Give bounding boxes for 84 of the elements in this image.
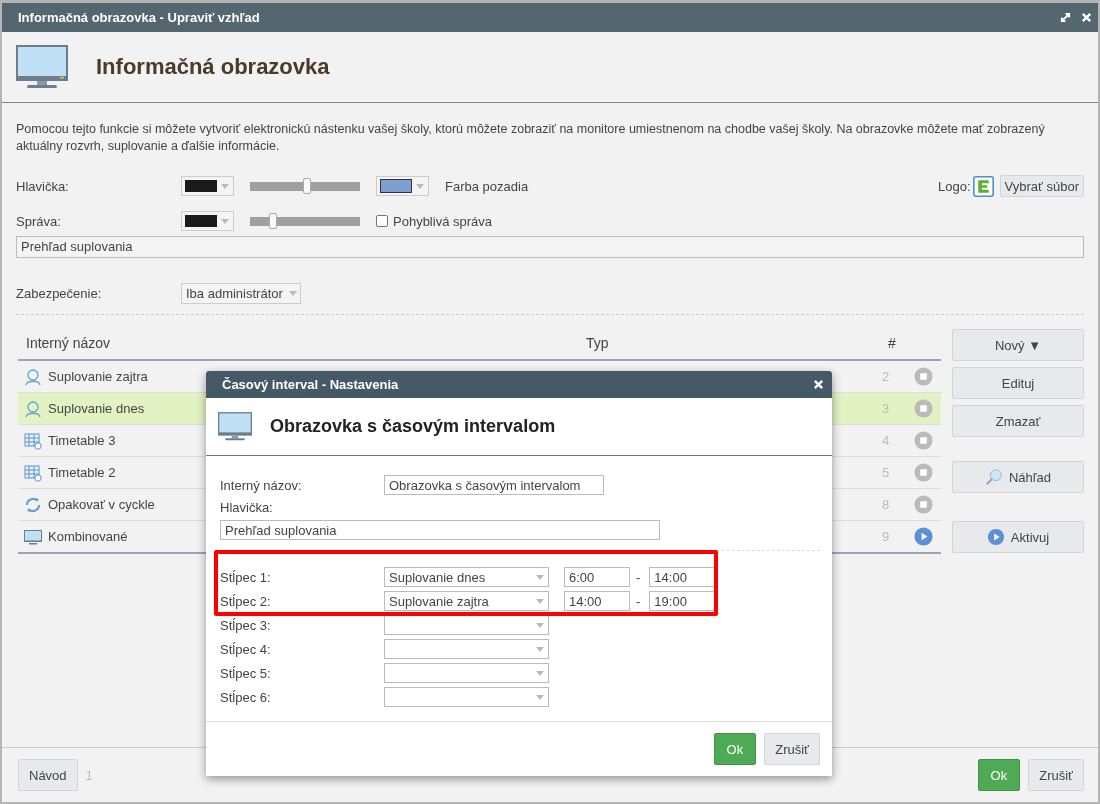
field-label: Správa: [16,213,62,229]
monitor-icon [16,45,68,89]
time-field[interactable]: 6:00 [564,567,630,587]
action-button[interactable]: Nový ▼ [952,329,1084,361]
expand-icon[interactable] [1060,12,1071,23]
page-title: Informačná obrazovka [96,54,330,80]
row-name: Kombinované [48,529,128,544]
magnifier-icon [984,468,1003,486]
person-icon [24,399,42,418]
stop-icon[interactable] [914,495,933,514]
color-picker[interactable] [376,176,429,196]
close-icon[interactable] [813,379,824,390]
range-separator: - [636,569,641,585]
slider-thumb[interactable] [269,212,278,229]
slider-track[interactable] [250,181,360,191]
row-name: Timetable 3 [48,433,116,448]
field-label: Stĺpec 6: [220,689,272,705]
field-label: Stĺpec 5: [220,665,272,681]
play-icon[interactable] [914,527,933,546]
color-picker[interactable] [181,211,234,231]
time-field[interactable]: 14:00 [649,567,716,587]
play-icon [986,528,1005,546]
name-field[interactable]: Obrazovka s časovým intervalom [384,475,604,495]
logo-icon [972,175,994,197]
description-text: Pomocou tejto funkcie si môžete vytvoriť elektronickú nástenku vašej školy, ktorú môžete zobraziť na monitore umiestnenom na chodbe vašej školy. Na obrazovke môžete mať zobrazený aktuálny rozvrh, suplovanie a ďalšie informácie. [16,121,1046,155]
close-icon[interactable] [1081,12,1092,23]
person-icon [24,367,42,386]
refresh-icon [24,495,42,514]
cancel-button[interactable]: Zrušiť [1028,759,1084,791]
row-name: Suplovanie zajtra [48,369,148,384]
field-label: Zabezpečenie: [16,285,103,301]
row-name: Timetable 2 [48,465,116,480]
dialog-title: Časový interval - Nastavenia [222,377,399,392]
table-icon [24,431,42,450]
checkbox-label: Pohyblivá správa [393,213,492,229]
row-name: Opakovať v cyckle [48,497,155,512]
activate-button[interactable]: Aktivuj [952,521,1084,553]
time-field[interactable]: 14:00 [564,591,630,611]
column-header: # [888,335,896,351]
field-label: Hlavička: [16,178,70,194]
stop-icon[interactable] [914,463,933,482]
column-header: Interný názov [25,335,112,351]
color-picker[interactable] [181,176,234,196]
column-select[interactable] [384,687,549,707]
row-name: Suplovanie dnes [48,401,145,416]
field-label: Logo: [937,178,971,194]
table-icon [24,463,42,482]
security-select[interactable]: Iba administrátor [181,282,301,304]
monitor-icon [218,412,252,441]
help-button[interactable]: Návod [18,759,78,791]
column-select[interactable]: Suplovanie zajtra [384,591,549,611]
field-label: Farba pozadia [445,178,529,194]
checkbox[interactable] [376,215,388,227]
range-separator: - [636,593,641,609]
cancel-button[interactable]: Zrušiť [764,733,820,765]
field-label: Stĺpec 1: [220,569,272,585]
column-header: Typ [586,335,610,351]
choose-file-button[interactable]: Vybrať súbor [999,175,1084,197]
dialog-heading: Obrazovka s časovým intervalom [270,416,556,437]
stop-icon[interactable] [914,431,933,450]
column-select[interactable] [384,639,549,659]
field-label: Hlavička: [220,499,274,515]
slider-thumb[interactable] [303,177,312,194]
column-select[interactable] [384,663,549,683]
field-label: Interný názov: [220,477,303,493]
slider-track[interactable] [250,216,360,226]
time-field[interactable]: 19:00 [649,591,716,611]
color-swatch [185,180,217,192]
message-field[interactable]: Prehľad suplovania [16,236,1084,258]
stop-icon[interactable] [914,367,933,386]
column-select[interactable]: Suplovanie dnes [384,567,549,587]
preview-button[interactable]: Náhľad [952,461,1084,493]
window-title: Informačná obrazovka - Upraviť vzhľad [18,10,261,25]
action-button[interactable]: Zmazať [952,405,1084,437]
field-label: Stĺpec 4: [220,641,272,657]
field-label: Stĺpec 3: [220,617,272,633]
color-swatch [380,179,412,193]
column-select[interactable] [384,615,549,635]
stop-icon[interactable] [914,399,933,418]
monitor-icon [24,527,42,546]
field-label: Stĺpec 2: [220,593,272,609]
action-button[interactable]: Edituj [952,367,1084,399]
header-field[interactable]: Prehľad suplovania [220,520,660,540]
color-swatch [185,215,217,227]
